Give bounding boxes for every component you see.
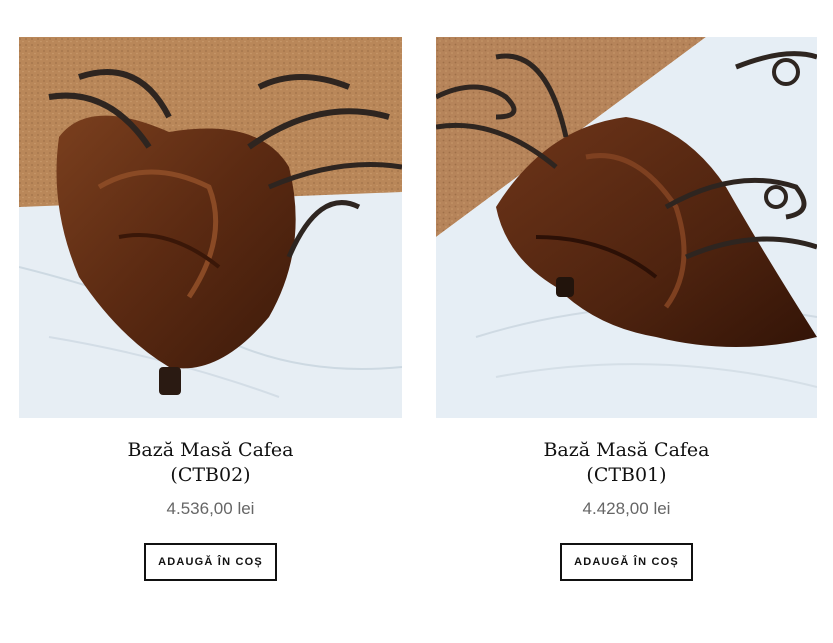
product-image-link[interactable]: [436, 37, 817, 418]
product-title-link[interactable]: Bază Masă Cafea (CTB02): [127, 439, 293, 486]
product-image-link[interactable]: [19, 37, 402, 418]
product-price: 4.536,00 lei: [166, 499, 255, 518]
product-title-line2: (CTB02): [170, 464, 251, 486]
add-to-cart-button[interactable]: ADAUGĂ ÎN COȘ: [144, 543, 277, 581]
product-image: [19, 37, 402, 418]
product-card: Bază Masă Cafea (CTB01) 4.428,00 lei ADA…: [436, 37, 817, 581]
product-card: Bază Masă Cafea (CTB02) 4.536,00 lei ADA…: [19, 37, 402, 581]
product-title: Bază Masă Cafea (CTB01): [436, 438, 817, 488]
product-title-line2: (CTB01): [586, 464, 667, 486]
product-price: 4.428,00 lei: [582, 499, 671, 518]
product-title-line1: Bază Masă Cafea: [127, 439, 294, 461]
product-title-line1: Bază Masă Cafea: [543, 439, 710, 461]
product-title: Bază Masă Cafea (CTB02): [19, 438, 402, 488]
button-wrapper: ADAUGĂ ÎN COȘ: [436, 543, 817, 581]
product-title-link[interactable]: Bază Masă Cafea (CTB01): [543, 439, 709, 486]
product-image: [436, 37, 817, 418]
add-to-cart-button[interactable]: ADAUGĂ ÎN COȘ: [560, 543, 693, 581]
button-wrapper: ADAUGĂ ÎN COȘ: [19, 543, 402, 581]
